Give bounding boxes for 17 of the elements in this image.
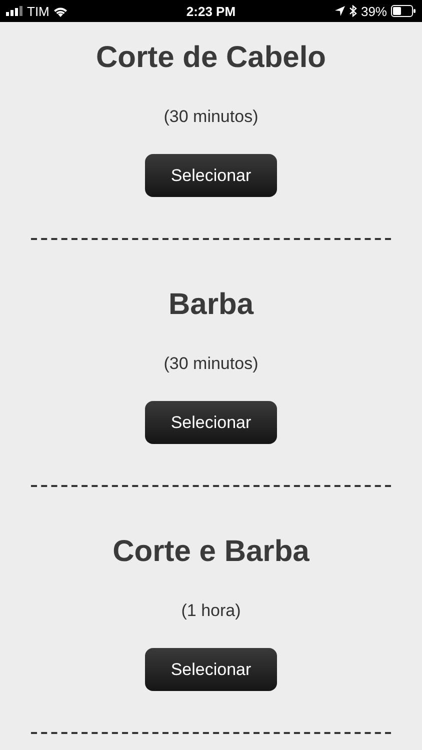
battery-icon	[391, 5, 416, 17]
select-button[interactable]: Selecionar	[145, 648, 277, 691]
service-duration: (30 minutos)	[164, 107, 258, 127]
battery-percent: 39%	[360, 4, 387, 18]
carrier-name: TIM	[27, 4, 50, 18]
location-arrow-icon	[334, 6, 345, 16]
select-button[interactable]: Selecionar	[145, 401, 277, 444]
wifi-icon	[53, 6, 68, 16]
service-title: Corte de Cabelo	[96, 40, 326, 76]
select-button[interactable]: Selecionar	[145, 154, 277, 197]
service-duration: (1 hora)	[181, 601, 241, 621]
service-title: Barba	[168, 287, 254, 323]
bluetooth-icon	[348, 5, 357, 17]
service-duration: (30 minutos)	[164, 354, 258, 374]
status-time: 2:23 PM	[186, 4, 236, 18]
service-title: Corte e Barba	[112, 534, 310, 570]
signal-icon	[6, 6, 23, 16]
